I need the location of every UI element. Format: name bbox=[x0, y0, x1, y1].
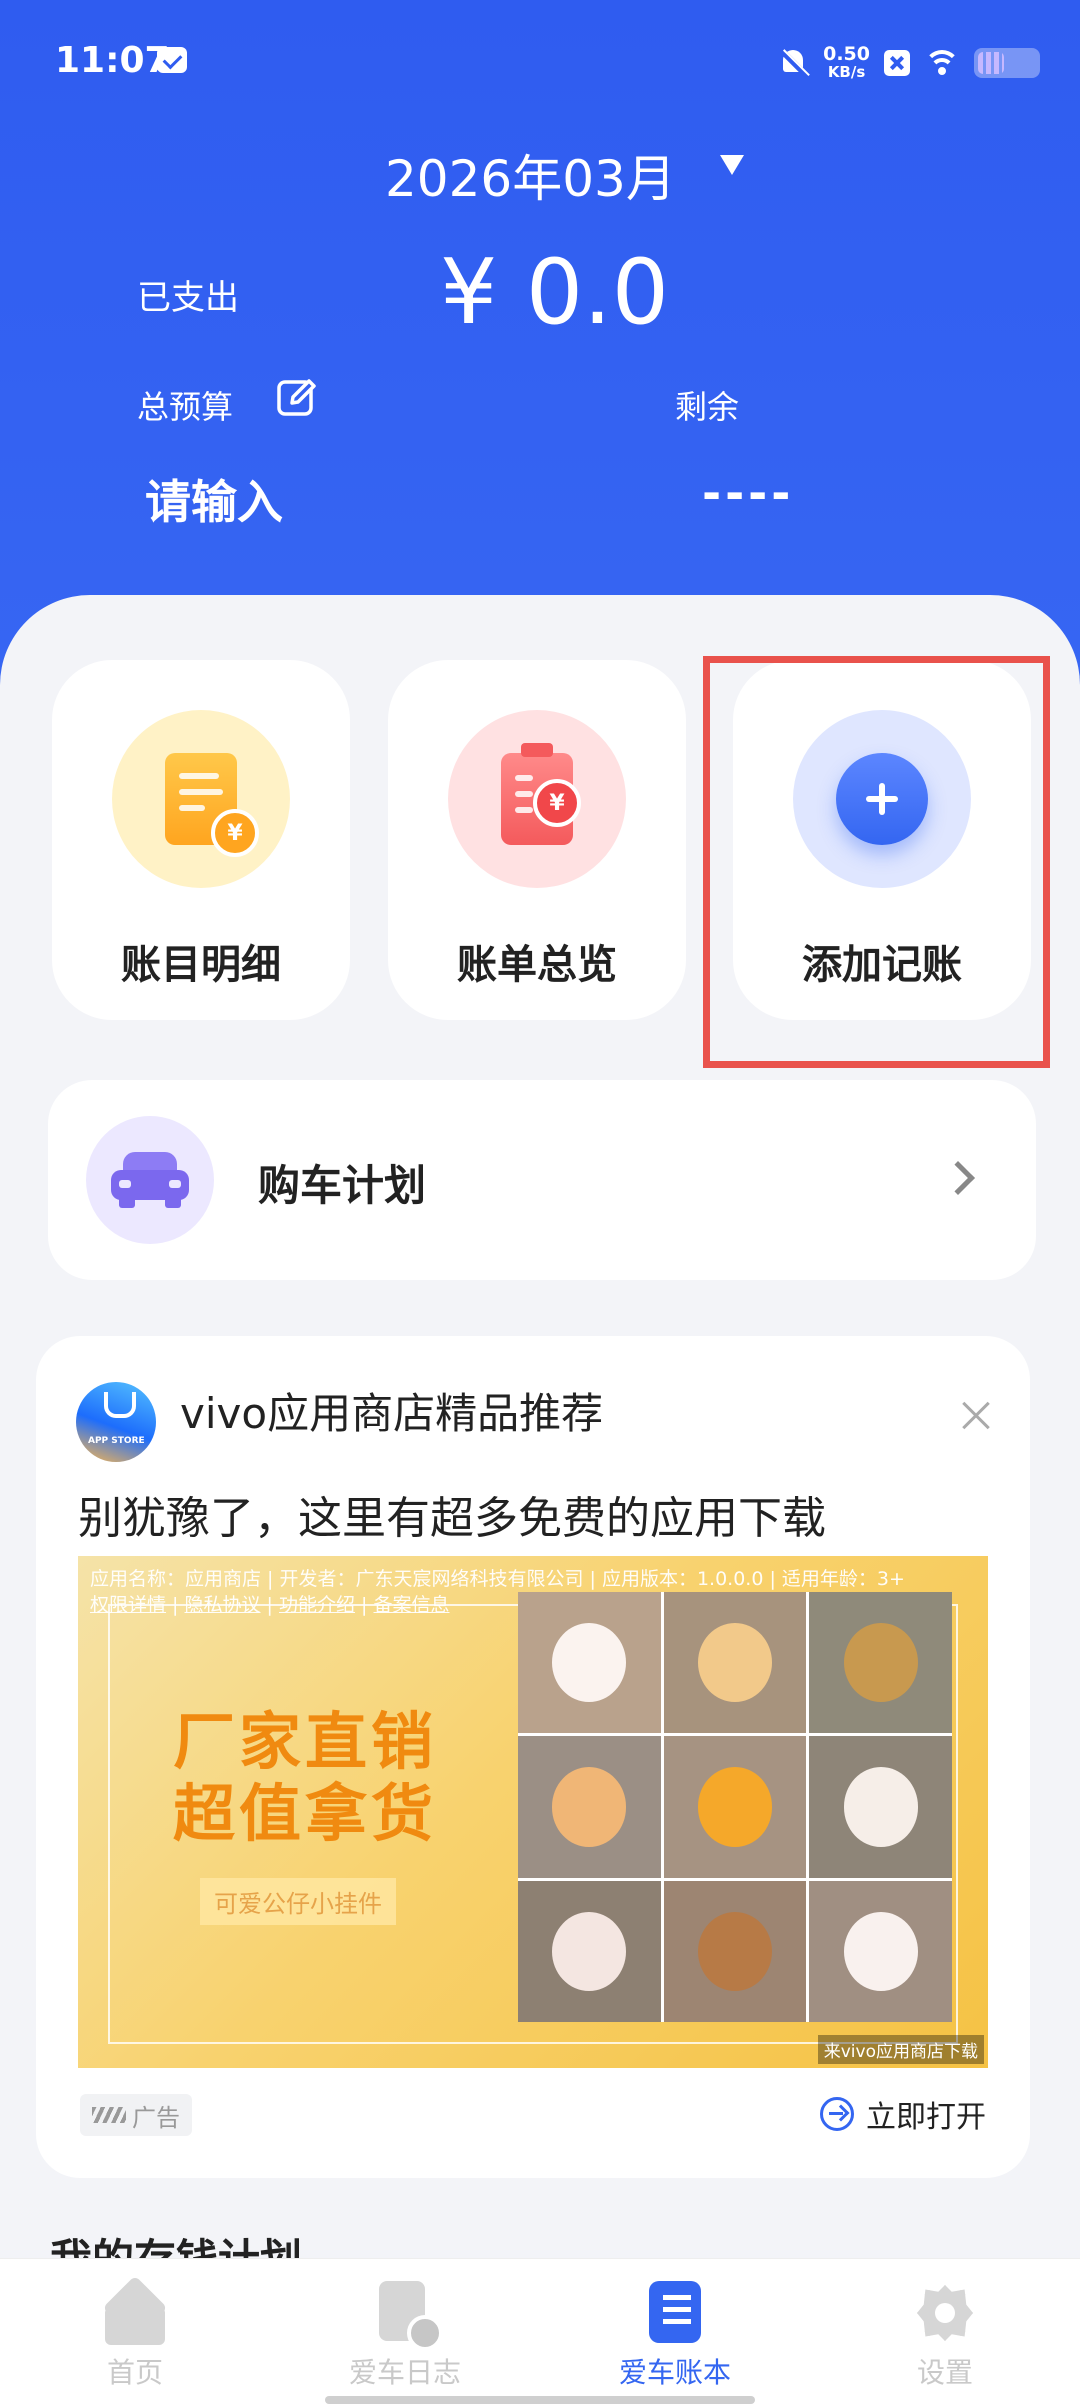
plush-toy-image bbox=[663, 1880, 807, 2022]
plush-toy-image bbox=[809, 1736, 952, 1878]
spent-label: 已支出 bbox=[137, 278, 239, 318]
status-indicators: 0.50 KB/s bbox=[779, 38, 1040, 88]
privacy-policy-link[interactable]: 隐私协议 bbox=[185, 1594, 261, 1616]
yen-coin-icon: ¥ bbox=[211, 809, 259, 857]
ad-banner[interactable]: 应用名称：应用商店 | 开发者：广东天宸网络科技有限公司 | 应用版本：1.0.… bbox=[78, 1556, 988, 2068]
remaining-label: 剩余 bbox=[675, 388, 740, 426]
home-icon bbox=[101, 2279, 169, 2347]
filing-info-link[interactable]: 备案信息 bbox=[374, 1594, 450, 1616]
settings-icon bbox=[911, 2279, 979, 2347]
chevron-right-icon bbox=[941, 1161, 975, 1195]
nav-car-log[interactable]: 爱车日志 bbox=[295, 2259, 515, 2408]
ad-badge: 广告 bbox=[80, 2094, 192, 2136]
status-bar: 11:07 0.50 KB/s bbox=[0, 0, 1080, 120]
savings-plan-heading: 我的存钱计划 bbox=[50, 2235, 303, 2260]
battery-icon bbox=[974, 48, 1040, 78]
ledger-detail-tile[interactable]: ¥ 账目明细 bbox=[52, 660, 350, 1020]
nav-home[interactable]: 首页 bbox=[25, 2259, 245, 2408]
permission-details-link[interactable]: 权限详情 bbox=[90, 1594, 166, 1616]
nav-settings[interactable]: 设置 bbox=[835, 2259, 1055, 2408]
plush-toy-image bbox=[518, 1592, 661, 1734]
network-speed: 0.50 KB/s bbox=[823, 43, 870, 82]
ad-mark-icon bbox=[92, 2107, 126, 2123]
ad-source-label: 来vivo应用商店下载 bbox=[817, 2035, 984, 2064]
bill-overview-label: 账单总览 bbox=[457, 942, 617, 988]
car-icon bbox=[86, 1116, 214, 1244]
spent-amount: ¥ 0.0 bbox=[440, 240, 669, 345]
app-store-logo-icon: APP STORE bbox=[76, 1382, 156, 1462]
month-text[interactable]: 2026年03月 bbox=[385, 139, 676, 211]
ad-badge-label: 广告 bbox=[132, 2103, 180, 2132]
ledger-detail-icon: ¥ bbox=[112, 710, 290, 888]
plush-toy-image bbox=[809, 1880, 952, 2022]
plush-toy-image bbox=[809, 1592, 952, 1734]
ad-subtitle: 别犹豫了，这里有超多免费的应用下载 bbox=[78, 1493, 826, 1544]
ad-card[interactable]: APP STORE vivo应用商店精品推荐 别犹豫了，这里有超多免费的应用下载… bbox=[36, 1336, 1030, 2178]
dropdown-caret-icon[interactable] bbox=[718, 155, 746, 183]
nav-car-log-label: 爱车日志 bbox=[348, 2356, 461, 2389]
total-budget-label: 总预算 bbox=[137, 388, 234, 426]
nav-settings-label: 设置 bbox=[916, 2356, 973, 2389]
month-selector[interactable]: 2026年03月 bbox=[0, 135, 1080, 208]
ad-title: vivo应用商店精品推荐 bbox=[180, 1389, 604, 1438]
bill-overview-icon: ¥ bbox=[448, 710, 626, 888]
nav-home-label: 首页 bbox=[106, 2356, 163, 2389]
network-speed-value: 0.50 bbox=[823, 43, 870, 65]
ad-product-grid bbox=[518, 1592, 952, 2022]
edit-icon[interactable] bbox=[276, 377, 318, 419]
nav-car-ledger[interactable]: 爱车账本 bbox=[565, 2259, 785, 2408]
open-now-label: 立即打开 bbox=[866, 2100, 986, 2135]
status-time: 11:07 bbox=[55, 40, 170, 81]
car-log-icon bbox=[371, 2279, 443, 2351]
wifi-icon bbox=[924, 48, 960, 78]
car-ledger-icon bbox=[641, 2279, 709, 2347]
car-purchase-plan-row[interactable]: 购车计划 bbox=[48, 1080, 1036, 1280]
bottom-navigation: 首页 爱车日志 爱车账本 设置 bbox=[0, 2258, 1080, 2408]
remaining-value: ---- bbox=[702, 466, 795, 520]
plush-toy-image bbox=[663, 1592, 807, 1734]
bill-overview-tile[interactable]: ¥ 账单总览 bbox=[388, 660, 686, 1020]
mute-bell-icon bbox=[779, 47, 809, 79]
ledger-detail-label: 账目明细 bbox=[121, 942, 281, 988]
feature-intro-link[interactable]: 功能介绍 bbox=[279, 1594, 355, 1616]
close-icon[interactable] bbox=[962, 1402, 990, 1430]
app-store-logo-text: APP STORE bbox=[88, 1436, 145, 1446]
yen-coin-icon: ¥ bbox=[533, 779, 581, 827]
open-now-button[interactable]: 立即打开 bbox=[820, 2092, 986, 2136]
app-notification-icon bbox=[884, 50, 910, 76]
ad-tag: 可爱公仔小挂件 bbox=[200, 1878, 396, 1925]
ad-headline: 厂家直销 超值拿货 bbox=[173, 1706, 437, 1850]
car-plan-label: 购车计划 bbox=[258, 1161, 427, 1210]
network-speed-unit: KB/s bbox=[827, 63, 866, 81]
plush-toy-image bbox=[518, 1736, 661, 1878]
ad-app-info: 应用名称：应用商店 | 开发者：广东天宸网络科技有限公司 | 应用版本：1.0.… bbox=[90, 1568, 905, 1590]
plush-toy-image bbox=[518, 1880, 661, 2022]
message-notification-icon bbox=[157, 47, 187, 73]
ad-headline-line-1: 厂家直销 bbox=[173, 1705, 438, 1778]
ad-headline-line-2: 超值拿货 bbox=[173, 1777, 438, 1850]
nav-car-ledger-label: 爱车账本 bbox=[618, 2356, 731, 2389]
highlight-box bbox=[703, 656, 1050, 1068]
budget-input[interactable]: 请输入 bbox=[145, 466, 283, 532]
home-indicator[interactable] bbox=[325, 2396, 755, 2404]
open-arrow-icon bbox=[820, 2097, 854, 2131]
plush-toy-image bbox=[663, 1736, 807, 1878]
